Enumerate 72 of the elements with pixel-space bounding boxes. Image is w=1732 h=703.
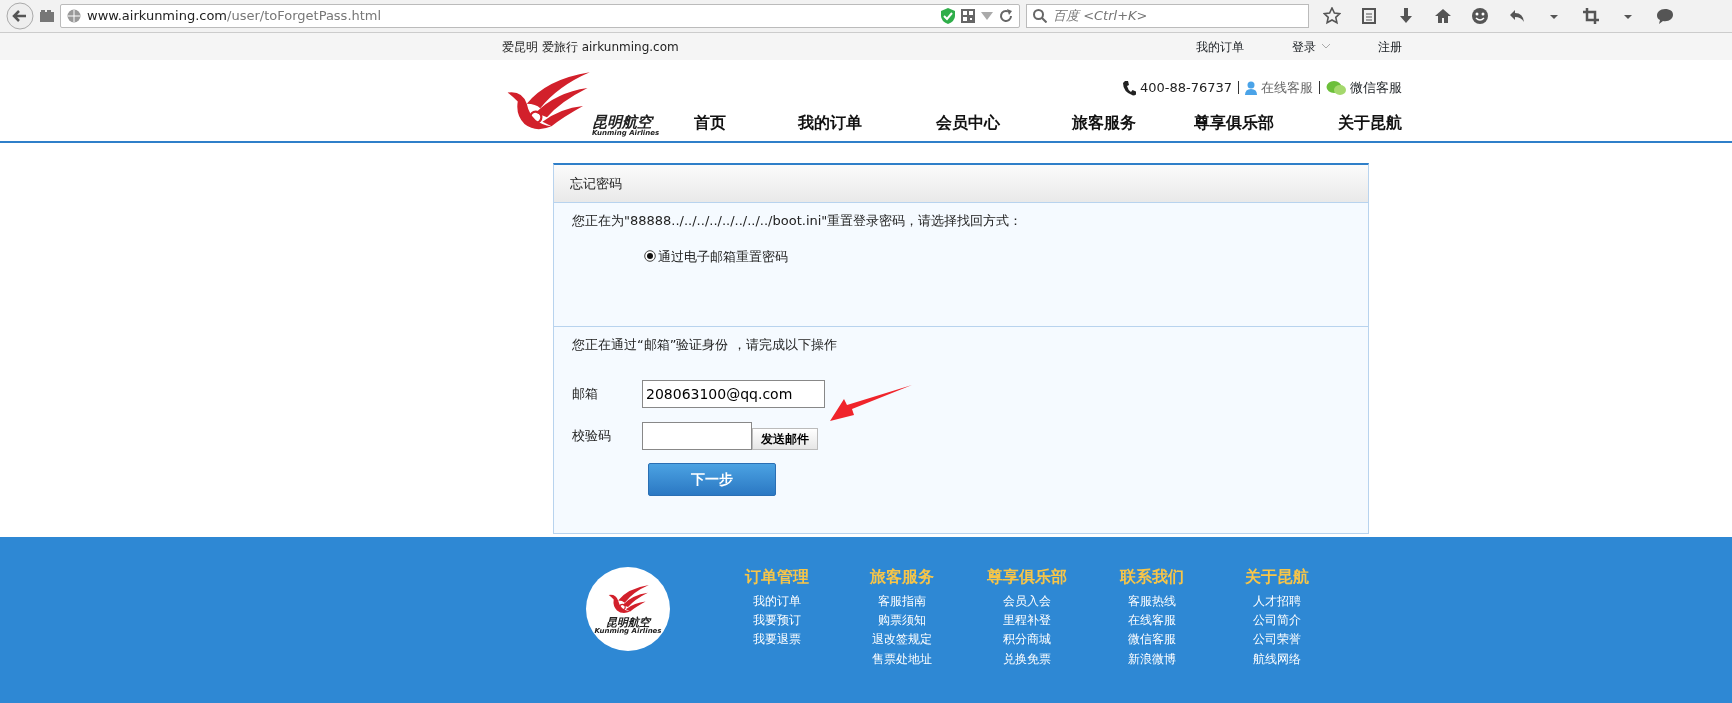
footer-link[interactable]: 会员入会 (964, 595, 1089, 609)
footer-heading: 订单管理 (743, 566, 810, 588)
nav-link[interactable]: 首页 (694, 111, 726, 135)
panel-title: 忘记密码 (554, 165, 1368, 203)
footer-link[interactable]: 售票处地址 (839, 652, 964, 666)
smiley-icon[interactable] (1471, 7, 1489, 25)
phone-number: 400-88-76737 (1139, 79, 1232, 97)
download-icon[interactable] (1397, 7, 1415, 25)
footer-heading: 联系我们 (1118, 566, 1185, 588)
chat-icon[interactable] (1656, 7, 1674, 25)
top-link[interactable]: 登录 (1292, 37, 1330, 56)
footer-link[interactable]: 微信客服 (1089, 633, 1214, 647)
address-text: www.airkunming.com/user/toForgetPass.html (87, 7, 382, 26)
footer-link[interactable]: 兑换免票 (964, 652, 1089, 666)
reload-icon[interactable] (999, 9, 1013, 23)
person-icon (1245, 80, 1257, 95)
nav-link[interactable]: 关于昆航 (1338, 111, 1402, 135)
nav-link[interactable]: 我的订单 (798, 111, 862, 135)
input-field[interactable]: 208063100@qq.com (642, 379, 825, 408)
clipboard-icon[interactable] (1360, 7, 1378, 25)
footer-heading: 关于昆航 (1243, 566, 1310, 588)
footer-link[interactable]: 购票须知 (839, 614, 964, 628)
footer-link[interactable]: 里程补登 (964, 614, 1089, 628)
footer-link[interactable]: 航线网络 (1214, 652, 1339, 666)
footer-link[interactable]: 公司简介 (1214, 614, 1339, 628)
footer-link[interactable]: 公司荣誉 (1214, 633, 1339, 647)
footer-link[interactable]: 在线客服 (1089, 614, 1214, 628)
nav-link[interactable]: 旅客服务 (1072, 111, 1136, 135)
footer-heading: 旅客服务 (868, 566, 935, 588)
next-button[interactable]: 下一步 (648, 462, 776, 496)
footer-link[interactable]: 我要预订 (714, 614, 839, 628)
search-field[interactable]: 百度 <Ctrl+K> (1053, 6, 1293, 26)
back-icon[interactable] (6, 2, 34, 30)
footer-link[interactable]: 人才招聘 (1214, 595, 1339, 609)
home-icon[interactable] (1434, 7, 1452, 25)
address-bar[interactable]: www.airkunming.com/user/toForgetPass.html (60, 4, 1020, 28)
footer-link[interactable]: 我要退票 (714, 633, 839, 647)
nav-link[interactable]: 尊享俱乐部 (1194, 111, 1274, 135)
radio-button[interactable] (644, 250, 656, 263)
nav-link[interactable]: 会员中心 (936, 111, 1000, 135)
chat-bubbles-icon (1326, 79, 1346, 96)
crop-icon[interactable] (1582, 7, 1600, 25)
online-service-link[interactable]: 在线客服 (1261, 78, 1313, 98)
footer-link[interactable]: 积分商城 (964, 633, 1089, 647)
input-field[interactable] (642, 421, 752, 450)
reset-prompt: 您正在为"88888../../../../../../../../boot.ini"重置登录密码，请选择找回方式： (572, 212, 1024, 230)
search-box[interactable]: 百度 <Ctrl+K> (1026, 4, 1309, 28)
footer-link[interactable]: 客服指南 (839, 595, 964, 609)
email-reset-option[interactable]: 通过电子邮箱重置密码 (644, 246, 1350, 266)
logo-name: 昆明航空 (592, 115, 654, 130)
wechat-service-link[interactable]: 微信客服 (1350, 78, 1402, 98)
field-label: 校验码 (572, 426, 612, 445)
footer-link[interactable]: 客服热线 (1089, 595, 1214, 609)
top-link[interactable]: 注册 (1378, 37, 1402, 56)
caret-icon (1322, 44, 1330, 49)
top-link[interactable]: 我的订单 (1196, 37, 1244, 56)
qr-code-icon[interactable] (961, 9, 975, 23)
shield-icon[interactable] (941, 8, 955, 24)
footer-heading: 尊享俱乐部 (985, 566, 1068, 588)
search-icon (1033, 9, 1047, 23)
field-label: 邮箱 (572, 384, 599, 403)
send-email-button[interactable]: 发送邮件 (752, 427, 818, 450)
footer-link[interactable]: 新浪微博 (1089, 652, 1214, 666)
footer-link[interactable]: 我的订单 (714, 595, 839, 609)
footer-link[interactable]: 退改签规定 (839, 633, 964, 647)
tab-list-icon[interactable] (40, 10, 54, 22)
slogan-text: 爱昆明 爱旅行 airkunming.com (502, 38, 679, 56)
globe-icon (67, 9, 81, 23)
verify-note: 您正在通过“邮箱”验证身份 ，请完成以下操作 (572, 336, 838, 354)
phone-icon (1121, 79, 1136, 96)
logo-name: 昆明航空 (606, 616, 650, 628)
star-icon[interactable] (1323, 7, 1341, 25)
